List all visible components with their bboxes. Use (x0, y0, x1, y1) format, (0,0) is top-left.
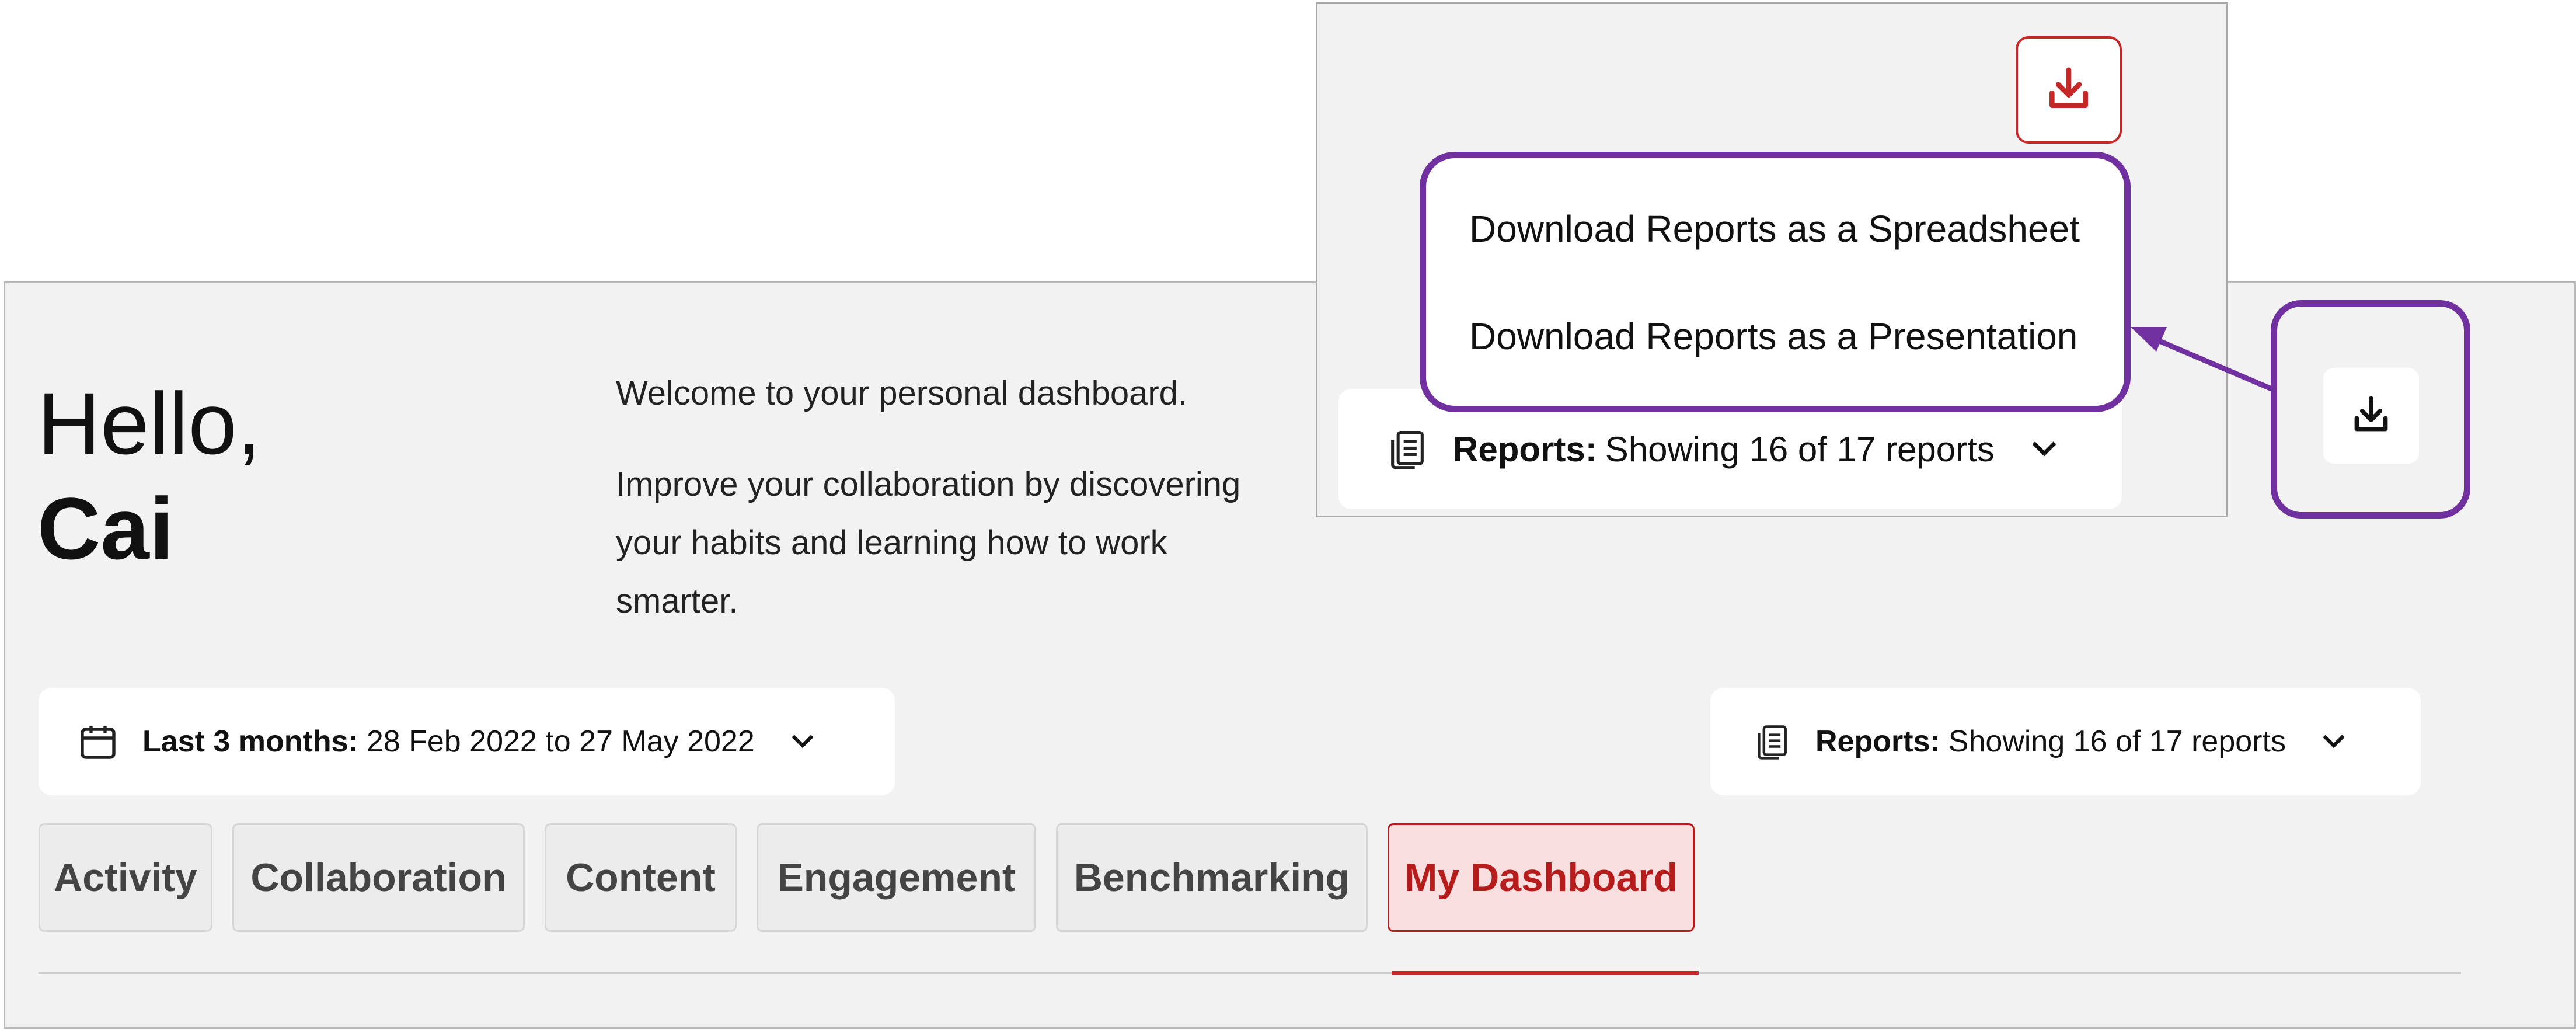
reports-value: Showing 16 of 17 reports (1605, 429, 1995, 469)
chevron-down-icon (2317, 725, 2350, 758)
documents-icon (1385, 426, 1430, 472)
documents-icon (1752, 721, 1792, 763)
date-range-value: 28 Feb 2022 to 27 May 2022 (366, 725, 755, 758)
download-button-active[interactable] (2016, 36, 2122, 144)
reports-label: Reports: (1815, 725, 1940, 758)
greeting: Hello, Cai (37, 371, 262, 581)
menu-item-download-presentation[interactable]: Download Reports as a Presentation (1469, 315, 2077, 358)
menu-item-download-spreadsheet[interactable]: Download Reports as a Spreadsheet (1469, 207, 2080, 250)
tab-bar: Activity Collaboration Content Engagemen… (39, 823, 1714, 934)
reports-label: Reports: (1453, 429, 1597, 469)
tab-divider (39, 972, 2461, 974)
welcome-description: Improve your collaboration by discoverin… (616, 465, 1241, 620)
download-menu: Download Reports as a Spreadsheet Downlo… (1420, 152, 2131, 412)
tab-collaboration[interactable]: Collaboration (232, 823, 525, 932)
tab-activity[interactable]: Activity (39, 823, 212, 932)
tab-engagement[interactable]: Engagement (757, 823, 1036, 932)
active-tab-indicator (1392, 971, 1699, 975)
tab-benchmarking[interactable]: Benchmarking (1056, 823, 1368, 932)
tab-my-dashboard[interactable]: My Dashboard (1388, 823, 1695, 932)
reports-filter[interactable]: Reports: Showing 16 of 17 reports (1710, 688, 2421, 795)
date-range-filter[interactable]: Last 3 months: 28 Feb 2022 to 27 May 202… (39, 688, 895, 795)
download-icon (2044, 64, 2094, 117)
tab-content[interactable]: Content (545, 823, 737, 932)
greeting-name: Cai (37, 479, 174, 577)
welcome-text: Welcome to your personal dashboard. (616, 374, 1188, 412)
reports-value: Showing 16 of 17 reports (1948, 725, 2286, 758)
greeting-hello: Hello, (37, 374, 262, 472)
date-range-label: Last 3 months: (142, 725, 358, 758)
download-button-highlight (2271, 300, 2470, 519)
chevron-down-icon (2026, 431, 2062, 467)
calendar-icon (77, 721, 119, 763)
chevron-down-icon (786, 725, 819, 758)
